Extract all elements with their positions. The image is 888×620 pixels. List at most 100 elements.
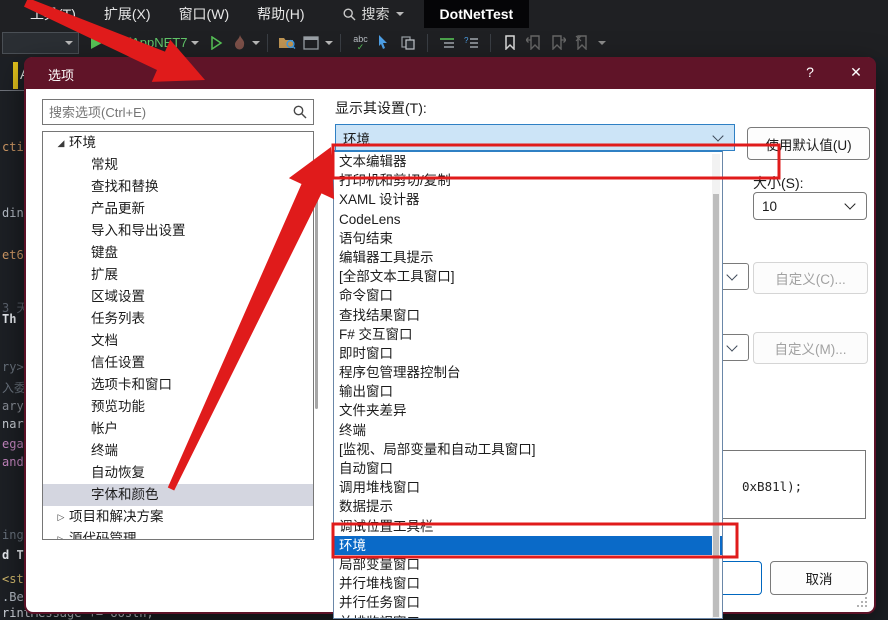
cancel-button[interactable]: 取消: [770, 561, 868, 595]
tree-item[interactable]: 扩展: [43, 264, 313, 286]
size-label: 大小(S):: [753, 175, 804, 191]
options-search-box[interactable]: [42, 99, 314, 125]
dropdown-item[interactable]: 并排监视窗口: [334, 613, 722, 619]
chevron-down-icon: [726, 268, 738, 281]
dropdown-item[interactable]: 环境: [334, 535, 722, 555]
dropdown-item[interactable]: XAML 设计器: [334, 190, 722, 209]
tree-item[interactable]: 常规: [43, 154, 313, 176]
bookmark-prev-icon[interactable]: [523, 32, 545, 54]
resize-grip[interactable]: [856, 596, 868, 608]
customize-foreground-button: 自定义(C)...: [753, 262, 868, 294]
start-debug-icon[interactable]: [91, 36, 102, 49]
indent-lines-icon[interactable]: [436, 32, 458, 54]
tree-scrollbar[interactable]: [315, 187, 318, 409]
size-combobox[interactable]: 10: [753, 192, 867, 220]
menu-item[interactable]: 帮助(H): [243, 0, 318, 28]
dialog-titlebar[interactable]: 选项: [24, 57, 876, 89]
chevron-down-icon: [65, 40, 73, 45]
dropdown-item[interactable]: 自动窗口: [334, 459, 722, 478]
dropdown-item[interactable]: 输出窗口: [334, 382, 722, 401]
selection-pointer-icon[interactable]: [373, 32, 395, 54]
menu-item[interactable]: 窗口(W): [165, 0, 244, 28]
menu-item[interactable]: 扩展(X): [90, 0, 165, 28]
tree-item[interactable]: 选项卡和窗口: [43, 374, 313, 396]
dropdown-item[interactable]: 调试位置工具栏: [334, 517, 722, 536]
search-control[interactable]: 搜索: [343, 4, 404, 24]
dropdown-item[interactable]: [全部文本工具窗口]: [334, 267, 722, 286]
tree-item[interactable]: ▷ 源代码管理: [43, 528, 313, 539]
dropdown-item[interactable]: 调用堆栈窗口: [334, 478, 722, 497]
menu-item[interactable]: 工具(T): [16, 0, 90, 28]
chevron-down-icon[interactable]: [191, 40, 200, 45]
dropdown-item[interactable]: [监视、局部变量和自动工具窗口]: [334, 440, 722, 459]
tree-item[interactable]: 预览功能: [43, 396, 313, 418]
chevron-down-icon[interactable]: [252, 40, 261, 45]
tree-item[interactable]: ◢ 环境: [43, 132, 313, 154]
dropdown-item[interactable]: 编辑器工具提示: [334, 248, 722, 267]
use-default-button[interactable]: 使用默认值(U): [747, 127, 870, 160]
tree-item[interactable]: 产品更新: [43, 198, 313, 220]
sort-lines-icon[interactable]: ?: [460, 32, 482, 54]
tree-item[interactable]: 导入和导出设置: [43, 220, 313, 242]
tree-item-label: 任务列表: [91, 311, 145, 326]
chevron-down-icon[interactable]: [598, 40, 607, 45]
dropdown-item[interactable]: 语句结束: [334, 229, 722, 248]
tree-item[interactable]: 字体和颜色: [43, 484, 313, 506]
config-dropdown[interactable]: [2, 31, 79, 54]
bookmark-icon[interactable]: [499, 32, 521, 54]
new-window-icon[interactable]: [300, 32, 322, 54]
tree-item[interactable]: 区域设置: [43, 286, 313, 308]
toolbar-separator: [340, 33, 342, 52]
dropdown-item[interactable]: 局部变量窗口: [334, 555, 722, 574]
dropdown-item[interactable]: 即时窗口: [334, 344, 722, 363]
dropdown-scrollbar-thumb[interactable]: [713, 194, 719, 617]
settings-combobox-value: 环境: [343, 131, 370, 147]
dropdown-item[interactable]: 命令窗口: [334, 286, 722, 305]
close-button[interactable]: ✕: [836, 57, 876, 87]
tree-item-label: 键盘: [91, 245, 118, 260]
dropdown-item[interactable]: 并行堆栈窗口: [334, 574, 722, 593]
options-search-input[interactable]: [43, 104, 293, 120]
sample-code-fragment: 0xB81l);: [742, 479, 803, 494]
bookmark-next-icon[interactable]: [547, 32, 569, 54]
code-fragment: ry>: [2, 360, 24, 374]
tab-underline: [0, 90, 24, 91]
tree-item[interactable]: 终端: [43, 440, 313, 462]
dropdown-item[interactable]: F# 交互窗口: [334, 325, 722, 344]
tree-item[interactable]: 信任设置: [43, 352, 313, 374]
spell-check-icon[interactable]: abc ✓: [349, 32, 371, 54]
code-fragment: din: [2, 206, 24, 220]
settings-combobox[interactable]: 环境: [335, 124, 735, 151]
search-icon: [293, 105, 307, 119]
start-without-debug-icon[interactable]: [205, 32, 227, 54]
tree-item[interactable]: ▷ 项目和解决方案: [43, 506, 313, 528]
tree-item[interactable]: 自动恢复: [43, 462, 313, 484]
tree-expander-icon[interactable]: ◢: [53, 132, 69, 154]
open-folder-search-icon[interactable]: [276, 32, 298, 54]
dialog-title: 选项: [48, 67, 75, 83]
tree-expander-icon[interactable]: ▷: [53, 528, 69, 539]
bookmark-clear-icon[interactable]: [571, 32, 593, 54]
toolbar: WpfAppNET7 abc ✓ ?: [0, 28, 888, 57]
run-target-label[interactable]: WpfAppNET7: [108, 35, 187, 50]
dropdown-item[interactable]: 数据提示: [334, 497, 722, 516]
dropdown-item[interactable]: 查找结果窗口: [334, 306, 722, 325]
tree-item[interactable]: 文档: [43, 330, 313, 352]
chevron-down-icon[interactable]: [325, 40, 334, 45]
dropdown-item[interactable]: 并行任务窗口: [334, 593, 722, 612]
tree-item[interactable]: 任务列表: [43, 308, 313, 330]
dropdown-item[interactable]: 终端: [334, 421, 722, 440]
profiler-flame-icon[interactable]: [229, 32, 251, 54]
tree-item[interactable]: 查找和替换: [43, 176, 313, 198]
dropdown-item[interactable]: 程序包管理器控制台: [334, 363, 722, 382]
dropdown-item[interactable]: 文本编辑器: [334, 152, 722, 171]
dropdown-item[interactable]: 打印机和剪切/复制: [334, 171, 722, 190]
dropdown-item[interactable]: 文件夹差异: [334, 401, 722, 420]
dropdown-item[interactable]: CodeLens: [334, 210, 722, 229]
help-button[interactable]: ?: [790, 57, 830, 87]
tree-item-label: 产品更新: [91, 201, 145, 216]
tree-expander-icon[interactable]: ▷: [53, 506, 69, 528]
copy-format-icon[interactable]: [397, 32, 419, 54]
tree-item[interactable]: 键盘: [43, 242, 313, 264]
tree-item[interactable]: 帐户: [43, 418, 313, 440]
